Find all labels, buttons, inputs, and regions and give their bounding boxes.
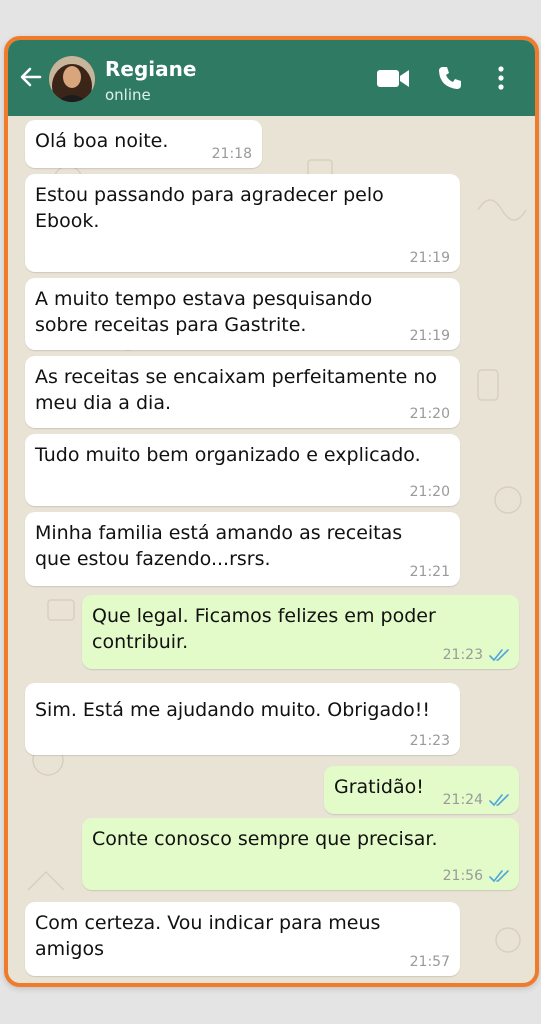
double-check-icon [489,794,509,807]
message-time: 21:24 [442,792,483,808]
message-bubble-outgoing[interactable]: Gratidão! 21:24 [324,766,519,814]
message-time: 21:20 [409,484,450,500]
message-line: contribuir. [92,631,189,653]
contact-name[interactable]: Regiane [105,57,196,81]
message-bubble-outgoing[interactable]: Conte conosco sempre que precisar. 21:56 [82,818,519,890]
message-bubble-incoming[interactable]: Olá boa noite. 21:18 [25,120,262,168]
message-bubble-incoming[interactable]: Sim. Está me ajudando muito. Obrigado!! … [25,683,460,755]
double-check-icon [489,870,509,883]
message-line: Tudo muito bem organizado e explicado. [35,444,421,466]
message-time: 21:57 [409,954,450,970]
message-line: Sim. Está me ajudando muito. Obrigado!! [35,699,431,721]
message-line: Conte conosco sempre que precisar. [92,828,438,850]
message-bubble-incoming[interactable]: A muito tempo estava pesquisando sobre r… [25,278,460,350]
chat-window: Regiane online Olá boa noite. 21:18 Esto… [4,36,539,987]
message-text: Olá boa noite. [35,128,168,154]
double-check-icon [489,649,509,662]
arrow-left-icon[interactable] [18,64,44,90]
more-vertical-icon[interactable] [496,65,506,91]
message-text: Sim. Está me ajudando muito. Obrigado!! [35,697,430,723]
message-line: Estou passando para agradecer pelo [35,184,384,206]
message-bubble-incoming[interactable]: Com certeza. Vou indicar para meus amigo… [25,902,460,976]
message-line: meu dia a dia. [35,392,172,414]
avatar[interactable] [49,56,95,102]
message-text: As receitas se encaixam perfeitamente no… [35,364,437,416]
video-call-icon[interactable] [376,66,410,90]
message-time: 21:20 [409,406,450,422]
message-line: Que legal. Ficamos felizes em poder [92,605,436,627]
chat-header: Regiane online [8,40,535,116]
message-text: Gratidão! [334,774,424,800]
message-bubble-incoming[interactable]: Estou passando para agradecer pelo Ebook… [25,174,460,272]
message-text: Estou passando para agradecer pelo Ebook… [35,182,384,234]
message-line: A muito tempo estava pesquisando [35,288,373,310]
message-bubble-incoming[interactable]: Minha familia está amando as receitas qu… [25,512,460,586]
message-time: 21:23 [442,647,483,663]
message-bubble-outgoing[interactable]: Que legal. Ficamos felizes em poder cont… [82,595,519,669]
message-text: Tudo muito bem organizado e explicado. [35,442,421,468]
message-bubble-incoming[interactable]: As receitas se encaixam perfeitamente no… [25,356,460,428]
message-text: A muito tempo estava pesquisando sobre r… [35,286,372,338]
message-line: Gratidão! [334,776,424,798]
message-line: que estou fazendo...rsrs. [35,548,271,570]
message-line: amigos [35,938,105,960]
message-text: Com certeza. Vou indicar para meus amigo… [35,910,380,962]
message-line: As receitas se encaixam perfeitamente no [35,366,438,388]
message-line: Minha familia está amando as receitas [35,522,403,544]
phone-call-icon[interactable] [437,65,463,91]
message-line: Ebook. [35,210,100,232]
message-line: sobre receitas para Gastrite. [35,314,307,336]
message-time: 21:23 [409,733,450,749]
message-text: Minha familia está amando as receitas qu… [35,520,402,572]
message-line: Com certeza. Vou indicar para meus [35,912,381,934]
message-text: Conte conosco sempre que precisar. [92,826,438,852]
contact-status: online [105,86,151,104]
message-bubble-incoming[interactable]: Tudo muito bem organizado e explicado. 2… [25,434,460,506]
message-time: 21:56 [442,868,483,884]
message-time: 21:19 [409,250,450,266]
message-time: 21:19 [409,328,450,344]
message-time: 21:21 [409,564,450,580]
message-line: Olá boa noite. [35,130,169,152]
message-text: Que legal. Ficamos felizes em poder cont… [92,603,436,655]
message-time: 21:18 [211,146,252,162]
